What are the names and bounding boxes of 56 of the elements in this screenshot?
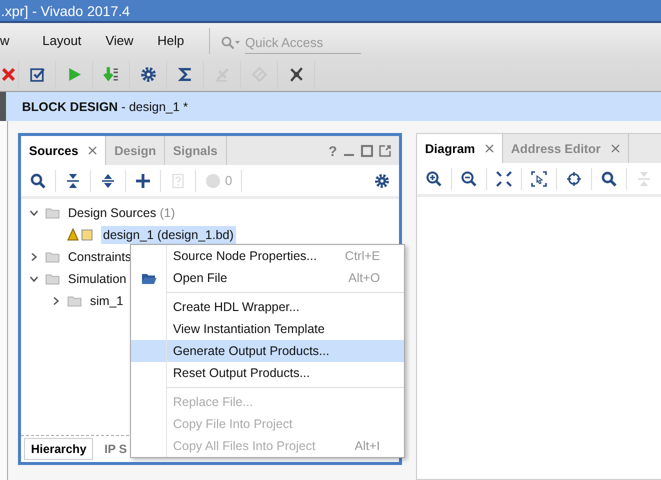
menu-item[interactable]: w xyxy=(0,33,20,48)
close-icon[interactable] xyxy=(610,144,620,153)
expand-icon[interactable] xyxy=(100,172,116,188)
menu-item[interactable]: Reset Output Products... xyxy=(131,362,404,384)
block-design-icon xyxy=(67,228,95,242)
fit-icon[interactable] xyxy=(496,170,512,186)
panel-tab[interactable]: Diagram xyxy=(417,134,504,163)
sigma-icon[interactable] xyxy=(176,66,194,83)
menu-item[interactable]: Generate Output Products... xyxy=(131,340,404,362)
crosshair-icon[interactable] xyxy=(566,170,582,186)
float-icon[interactable] xyxy=(379,144,391,156)
tree-item[interactable]: Simulation xyxy=(66,270,128,288)
zoom-in-icon[interactable] xyxy=(426,170,442,186)
chevron-right-icon[interactable] xyxy=(51,296,61,306)
view-tab[interactable]: Hierarchy xyxy=(24,438,94,460)
collapse-icon[interactable] xyxy=(65,172,81,188)
plus-icon[interactable] xyxy=(135,172,151,188)
design-title: BLOCK DESIGN - design_1 * xyxy=(22,100,188,114)
checkbox-icon[interactable] xyxy=(28,66,46,83)
stop-icon[interactable] xyxy=(0,66,17,83)
folder-icon xyxy=(67,296,82,306)
chevron-down-icon[interactable] xyxy=(29,208,39,218)
folder-icon xyxy=(45,274,60,284)
menu-item[interactable]: Create HDL Wrapper... xyxy=(131,296,404,318)
panel-tab[interactable]: Sources xyxy=(21,136,106,165)
unprobe-icon[interactable] xyxy=(288,66,304,83)
maximize-icon[interactable] xyxy=(361,144,373,156)
message-count: 0 xyxy=(225,173,232,188)
download-icon[interactable] xyxy=(102,66,120,83)
view-tab[interactable]: IP S xyxy=(97,438,134,460)
menu-item[interactable]: Layout xyxy=(42,33,92,48)
search-icon[interactable] xyxy=(30,172,46,188)
zoom-out-icon[interactable] xyxy=(461,170,477,186)
settings-icon[interactable] xyxy=(374,172,390,188)
menu-item[interactable]: Help xyxy=(157,33,196,48)
chevron-right-icon[interactable] xyxy=(29,252,39,262)
close-icon[interactable] xyxy=(485,144,494,153)
quick-access-field[interactable]: Quick Access xyxy=(245,31,362,54)
chevron-down-icon[interactable] xyxy=(29,274,39,284)
menu-item[interactable]: View Instantiation Template xyxy=(131,318,404,340)
tree-item[interactable]: sim_1 xyxy=(88,292,126,310)
folder-icon xyxy=(45,208,60,218)
close-icon[interactable] xyxy=(88,146,98,155)
tree-item[interactable]: Design Sources (1) xyxy=(66,204,178,222)
folder-icon xyxy=(141,272,157,284)
menu-item[interactable]: Open File Alt+O xyxy=(131,267,404,289)
tree-item[interactable]: Constraints xyxy=(66,248,134,266)
search-icon[interactable] xyxy=(601,170,617,186)
menu-item[interactable]: Source Node Properties... Ctrl+E xyxy=(131,245,404,267)
settings-icon[interactable] xyxy=(140,66,156,83)
window-title: .xpr] - Vivado 2017.4 xyxy=(1,2,130,18)
menu-item[interactable]: View xyxy=(105,33,144,48)
tree-item[interactable]: design_1 (design_1.bd) xyxy=(101,226,236,244)
help-button[interactable]: ? xyxy=(328,142,337,158)
folder-icon xyxy=(45,252,60,262)
select-area-icon[interactable] xyxy=(531,170,547,186)
